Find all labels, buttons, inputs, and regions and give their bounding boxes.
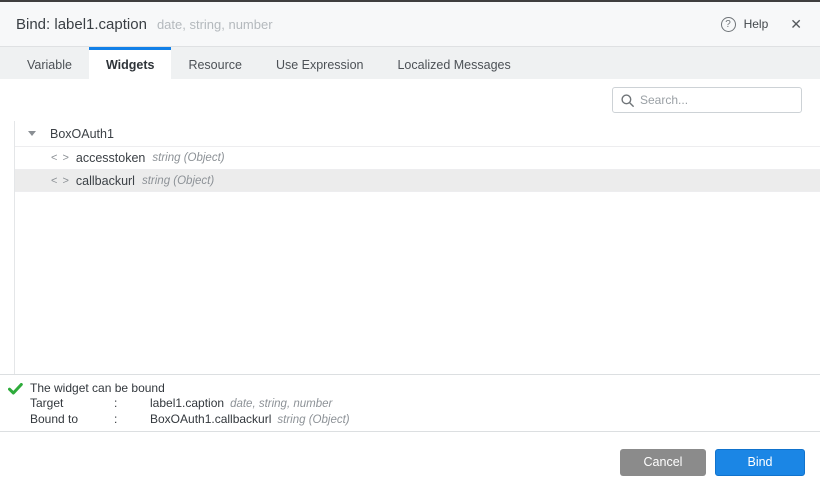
tab-resource[interactable]: Resource	[171, 47, 259, 79]
tab-localized-messages[interactable]: Localized Messages	[380, 47, 527, 79]
target-value: label1.caption	[150, 396, 224, 410]
check-icon	[8, 383, 23, 395]
dialog-header: Bind: label1.caption date, string, numbe…	[0, 2, 820, 46]
bind-dialog: Bind: label1.caption date, string, numbe…	[0, 0, 820, 492]
status-target-label: Target	[30, 396, 114, 412]
status-boundto-value: BoxOAuth1.callbackurl string (Object)	[150, 412, 820, 428]
search-input[interactable]	[640, 93, 793, 107]
bind-button[interactable]: Bind	[715, 449, 805, 476]
tab-use-expression[interactable]: Use Expression	[259, 47, 381, 79]
search-row	[0, 79, 820, 121]
tree-node-label: callbackurl	[76, 174, 135, 188]
code-icon: < >	[51, 152, 70, 164]
tab-widgets[interactable]: Widgets	[89, 47, 172, 79]
status-boundto-label: Bound to	[30, 412, 114, 428]
target-type: date, string, number	[230, 398, 332, 410]
help-icon[interactable]: ?	[721, 17, 736, 32]
code-icon: < >	[51, 175, 70, 187]
status-colon: :	[114, 412, 150, 428]
tree-node-accesstoken[interactable]: < > accesstoken string (Object)	[15, 146, 820, 169]
dialog-footer: Cancel Bind	[0, 432, 820, 492]
tree-node-type: string (Object)	[152, 152, 224, 164]
boundto-value: BoxOAuth1.callbackurl	[150, 412, 271, 426]
help-link[interactable]: Help	[744, 17, 769, 31]
widgets-tree: BoxOAuth1 < > accesstoken string (Object…	[14, 121, 820, 374]
status-message: The widget can be bound	[30, 381, 820, 396]
caret-down-icon[interactable]	[28, 131, 36, 136]
dialog-title: Bind: label1.caption	[16, 16, 147, 33]
cancel-button[interactable]: Cancel	[620, 449, 706, 476]
tree-node-boxoauth1[interactable]: BoxOAuth1	[15, 121, 820, 146]
tree-node-callbackurl[interactable]: < > callbackurl string (Object)	[15, 169, 820, 192]
status-target-value: label1.caption date, string, number	[150, 396, 820, 412]
tree-node-label: accesstoken	[76, 151, 145, 165]
tab-bar: Variable Widgets Resource Use Expression…	[0, 46, 820, 79]
boundto-type: string (Object)	[277, 414, 349, 426]
binding-status: The widget can be bound Target : label1.…	[0, 374, 820, 432]
search-icon	[621, 94, 634, 107]
dialog-subtitle: date, string, number	[157, 17, 273, 32]
header-actions: ? Help ✕	[721, 16, 802, 33]
tree-node-type: string (Object)	[142, 175, 214, 187]
close-icon[interactable]: ✕	[790, 16, 802, 33]
status-colon: :	[114, 396, 150, 412]
tree-node-label: BoxOAuth1	[50, 127, 114, 141]
search-box[interactable]	[612, 87, 802, 113]
tab-variable[interactable]: Variable	[10, 47, 89, 79]
